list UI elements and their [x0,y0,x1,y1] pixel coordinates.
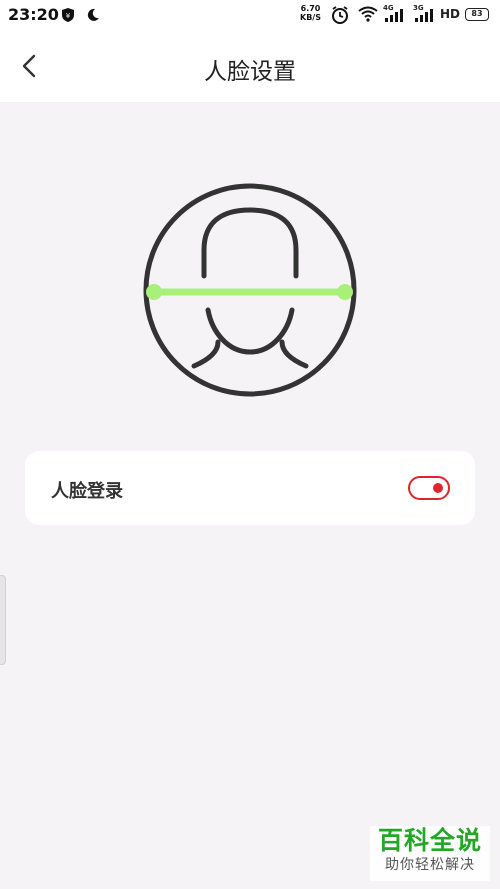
navigation-bar: 人脸设置 [0,30,500,102]
signal-icon [385,9,403,22]
toggle-knob [433,483,443,493]
face-login-row: 人脸登录 [25,451,475,525]
status-time: 23:20 [8,5,59,24]
battery-level: 83 [471,9,483,18]
scan-line-end [337,284,353,300]
watermark-subtitle: 助你轻松解决 [385,857,475,873]
signal-icon [415,9,433,22]
alarm-icon [332,6,348,24]
side-edge-handle[interactable] [0,575,6,665]
shield-icon: ¥ [62,8,74,22]
battery-icon: 83 [465,8,489,21]
wifi-icon [358,6,378,22]
net-speed: 6.70 KB/S [300,4,321,22]
page-title: 人脸设置 [204,59,296,85]
status-bar: 23:20 ¥ 6.70 KB/S 4G 3G HD 83 [0,0,500,30]
svg-text:¥: ¥ [66,12,71,20]
face-scan-icon [143,183,357,397]
face-login-label: 人脸登录 [51,481,123,502]
moon-icon [87,8,99,21]
hd-indicator: HD [440,7,461,21]
watermark-title: 百科全说 [377,826,482,855]
scan-line-start [146,284,162,300]
watermark-logo: 百科全说 助你轻松解决 [370,826,490,881]
face-login-toggle[interactable] [408,476,450,500]
